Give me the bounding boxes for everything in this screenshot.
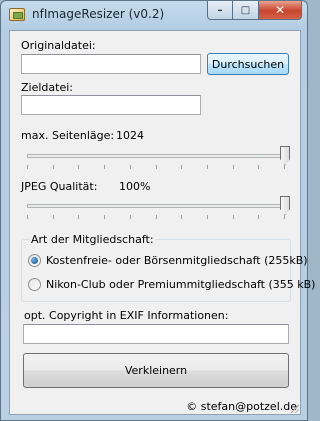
max-side-slider-track xyxy=(27,154,285,158)
slider-tick xyxy=(233,165,234,169)
max-side-slider[interactable] xyxy=(21,146,291,170)
slider-tick xyxy=(207,165,208,169)
membership-option-free-label: Kostenfreie- oder Börsenmitgliedschaft (… xyxy=(46,254,308,267)
target-file-label: Zieldatei: xyxy=(21,81,73,94)
caption-buttons: – □ ✕ xyxy=(207,1,302,20)
radio-unselected-icon[interactable] xyxy=(28,278,41,291)
slider-tick xyxy=(27,165,28,169)
slider-tick xyxy=(130,215,131,219)
radio-dot xyxy=(31,257,38,264)
jpeg-quality-value: 100% xyxy=(119,180,151,193)
jpeg-quality-slider[interactable] xyxy=(21,196,291,220)
slider-tick xyxy=(104,165,105,169)
close-icon: ✕ xyxy=(274,3,286,17)
window-title: nfImageResizer (v0.2) xyxy=(32,7,165,21)
resize-button[interactable]: Verkleinern xyxy=(23,353,289,388)
jpeg-quality-label: JPEG Qualität: xyxy=(21,180,98,193)
source-file-label: Originaldatei: xyxy=(21,39,96,52)
slider-tick xyxy=(258,165,259,169)
slider-tick xyxy=(104,215,105,219)
membership-option-free[interactable]: Kostenfreie- oder Börsenmitgliedschaft (… xyxy=(28,253,308,269)
slider-tick xyxy=(78,165,79,169)
source-file-input[interactable] xyxy=(21,54,201,74)
membership-group-title: Art der Mitgliedschaft: xyxy=(29,233,156,246)
minimize-button[interactable]: – xyxy=(207,1,233,20)
target-file-input[interactable] xyxy=(21,95,201,115)
maximize-icon: □ xyxy=(240,4,251,16)
max-side-slider-thumb[interactable] xyxy=(280,146,290,165)
jpeg-quality-slider-thumb[interactable] xyxy=(280,196,290,215)
minimize-icon: – xyxy=(217,4,223,16)
title-bar[interactable]: nfImageResizer (v0.2) – □ ✕ xyxy=(1,1,307,29)
slider-tick xyxy=(53,215,54,219)
app-window: nfImageResizer (v0.2) – □ ✕ Originaldate… xyxy=(0,0,315,421)
slider-tick xyxy=(207,215,208,219)
radio-selected-icon[interactable] xyxy=(28,254,41,267)
membership-option-premium-label: Nikon-Club oder Premiummitgliedschaft (3… xyxy=(46,278,316,291)
max-side-label: max. Seitenläge: xyxy=(21,129,115,142)
max-side-value: 1024 xyxy=(116,129,144,142)
slider-tick xyxy=(27,215,28,219)
slider-tick xyxy=(156,165,157,169)
slider-tick xyxy=(130,165,131,169)
slider-tick xyxy=(258,215,259,219)
form-client-area: Originaldatei: Durchsuchen Zieldatei: ma… xyxy=(9,30,315,415)
slider-tick xyxy=(233,215,234,219)
close-button[interactable]: ✕ xyxy=(259,1,302,20)
copyright-input[interactable] xyxy=(23,324,289,344)
copyright-label: opt. Copyright in EXIF Informationen: xyxy=(24,309,229,322)
slider-tick xyxy=(181,165,182,169)
slider-tick xyxy=(78,215,79,219)
membership-option-premium[interactable]: Nikon-Club oder Premiummitgliedschaft (3… xyxy=(28,277,315,293)
slider-tick xyxy=(156,215,157,219)
slider-tick xyxy=(181,215,182,219)
slider-tick xyxy=(284,165,285,169)
credit-text: © stefan@potzel.de xyxy=(186,400,297,413)
app-icon xyxy=(9,8,25,21)
jpeg-quality-slider-track xyxy=(27,204,285,208)
maximize-button[interactable]: □ xyxy=(233,1,259,20)
browse-button[interactable]: Durchsuchen xyxy=(207,53,289,75)
slider-tick xyxy=(53,165,54,169)
slider-tick xyxy=(284,215,285,219)
